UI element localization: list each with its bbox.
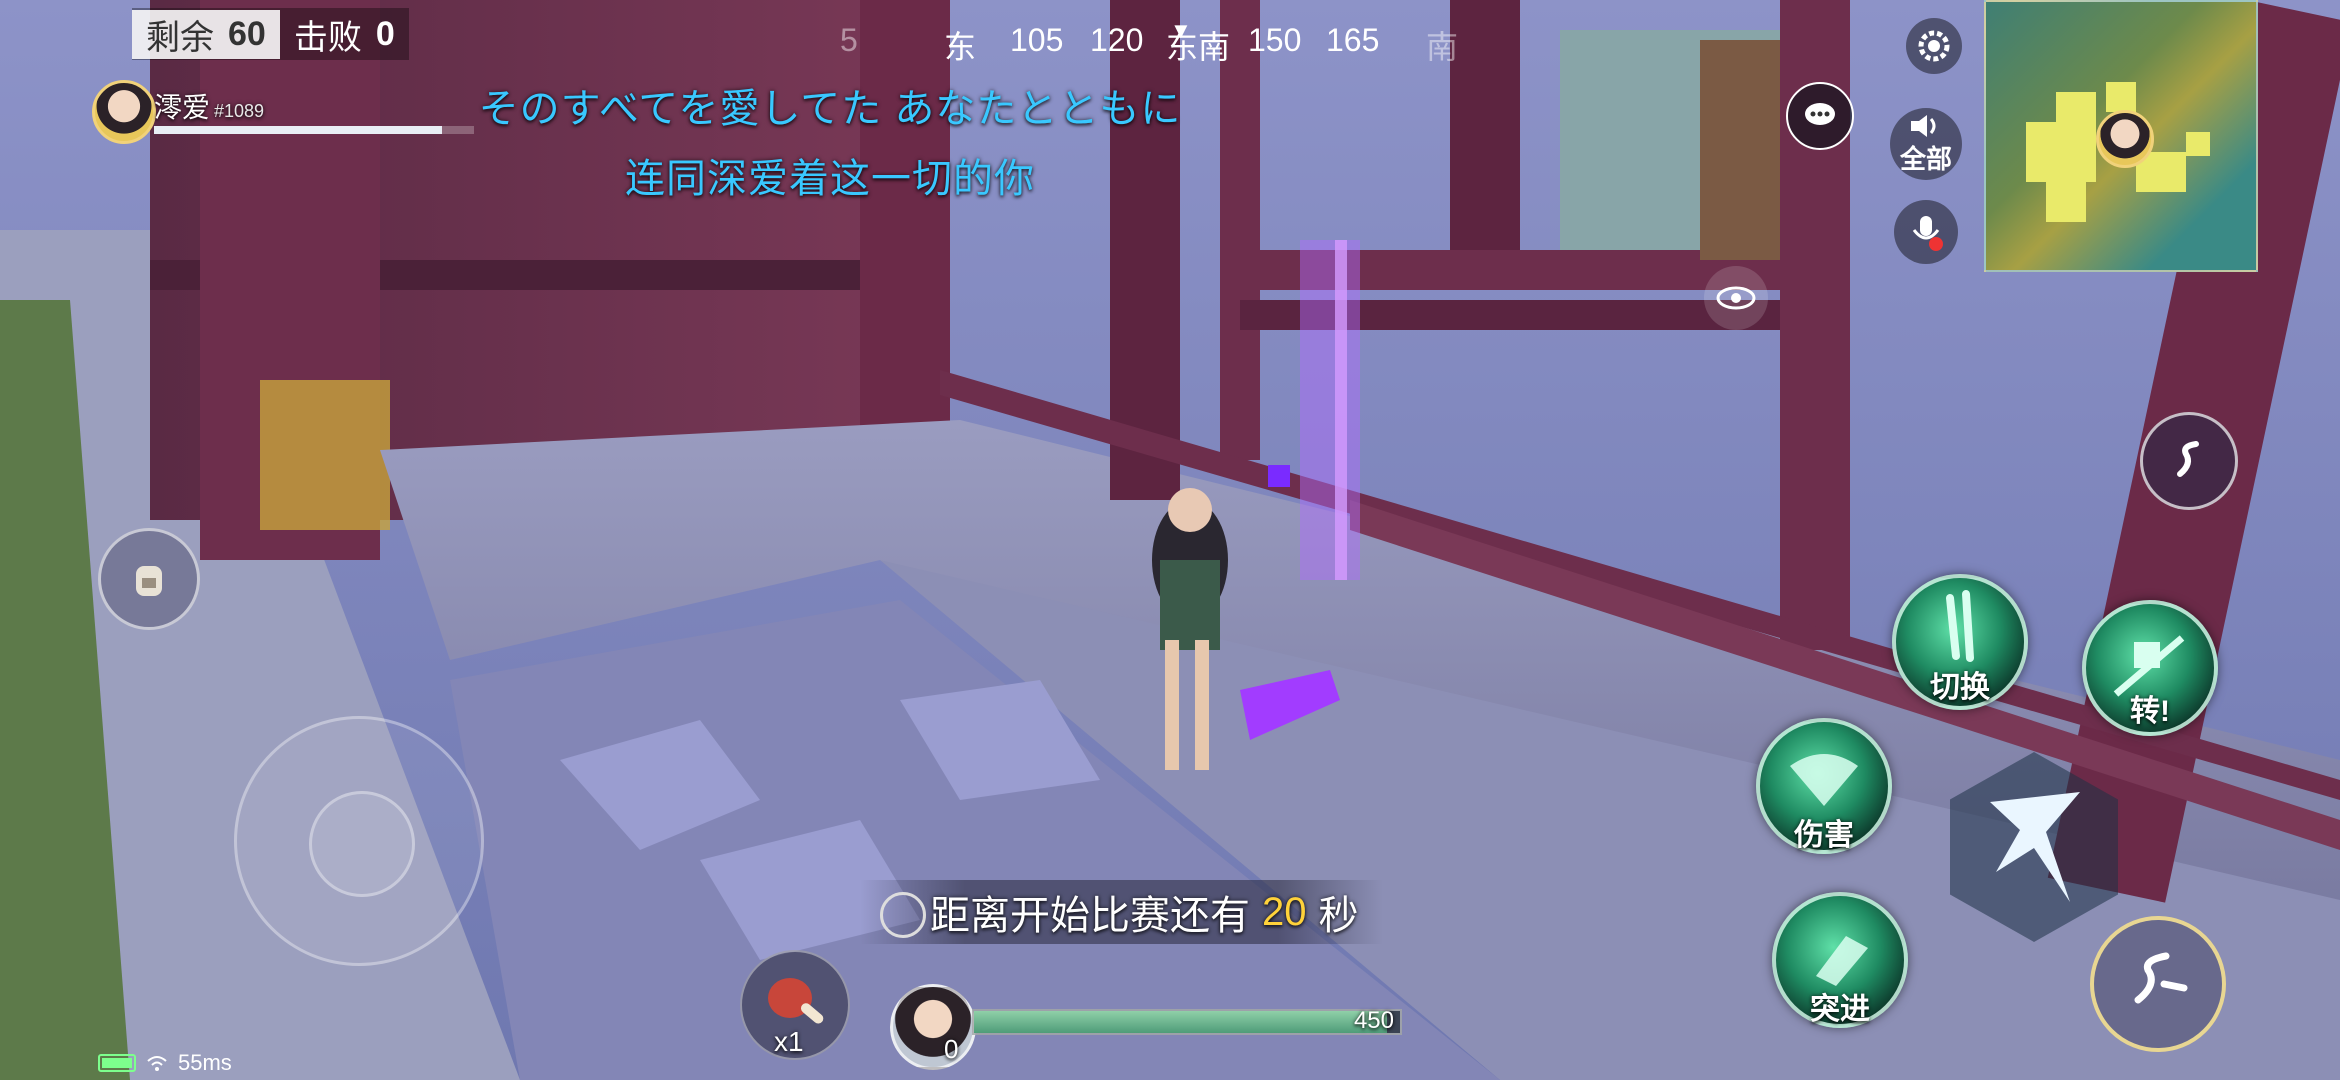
minimap-zone [2186, 132, 2210, 156]
voice-channel-label: 全部 [1899, 143, 1952, 174]
chat-bubble-icon [1805, 103, 1835, 125]
jump-icon [2177, 441, 2199, 477]
spectate-button[interactable] [1704, 266, 1768, 330]
lyric-japanese-text: そのすべてを愛してた あなたとともに [478, 87, 1182, 131]
battery-icon [98, 1054, 136, 1072]
turn-skill-button[interactable]: 转! [2082, 600, 2218, 736]
damage-skill-button[interactable]: 伤害 [1756, 718, 1892, 854]
gear-icon [1918, 30, 1950, 62]
eye-icon [1716, 286, 1756, 310]
compass-tick: 105 [1010, 22, 1064, 58]
countdown-seconds: 20 [1262, 889, 1307, 934]
countdown-ornament-icon [880, 892, 926, 938]
compass: 5 东 105 120 东南 150 165 南 ▼ [840, 18, 1480, 82]
self-hp-bar: 450 [972, 1007, 1402, 1035]
minimap-zone [2106, 82, 2136, 112]
defeat-label: 击败 [293, 18, 362, 57]
compass-tick: 120 [1090, 22, 1144, 58]
sprint-button[interactable] [2090, 916, 2226, 1052]
remaining-label: 剩余 [146, 18, 214, 57]
defeat-value: 0 [375, 14, 395, 53]
self-hp-fill [974, 1011, 1388, 1033]
joystick-knob[interactable] [309, 791, 415, 897]
minimap-zone [2056, 92, 2096, 122]
sprint-icon [2134, 952, 2188, 1004]
match-countdown: 距离开始比赛还有 20 秒 [860, 880, 1383, 944]
countdown-suffix: 秒 [1318, 894, 1359, 938]
movement-joystick[interactable] [234, 716, 484, 966]
remaining-players: 剩余 60 [132, 9, 280, 59]
ping-value: 55ms [178, 1050, 232, 1075]
compass-heading-marker: ▼ [1170, 18, 1192, 43]
self-portrait [890, 984, 976, 1070]
remaining-value: 60 [228, 14, 266, 53]
countdown-prefix: 距离开始比赛还有 [930, 894, 1250, 938]
compass-tick: 南 [1426, 29, 1459, 65]
minimap-player-marker [2096, 110, 2154, 168]
compass-tick: 5 [840, 22, 858, 58]
dash-skill-button[interactable]: 突进 [1772, 892, 1908, 1028]
mic-button[interactable] [1894, 200, 1958, 264]
damage-skill-label: 伤害 [1794, 819, 1854, 852]
jump-button[interactable] [2140, 412, 2238, 510]
match-stats: 剩余 60 击败 0 [132, 8, 409, 60]
turn-skill-label: 转! [2130, 695, 2170, 728]
backpack-button[interactable] [98, 528, 200, 630]
chat-button[interactable] [1786, 82, 1854, 150]
device-status: 55ms [98, 1050, 232, 1076]
item-count: x1 [774, 1026, 804, 1057]
consumable-item-slot[interactable]: x1 [740, 950, 850, 1060]
settings-button[interactable] [1906, 18, 1962, 74]
speaker-icon [1911, 114, 1936, 137]
switch-skill-button[interactable]: 切换 [1892, 574, 2028, 710]
dash-skill-label: 突进 [1810, 993, 1870, 1026]
compass-tick: 东 [944, 29, 977, 65]
minimap-zone [2026, 122, 2096, 182]
minimap-zone [2046, 182, 2086, 222]
voice-channel-button[interactable]: 全部 [1890, 108, 1962, 180]
wifi-icon [147, 1056, 167, 1071]
self-level: 0 [944, 1034, 959, 1064]
backpack-icon [136, 566, 162, 596]
compass-tick: 150 [1248, 22, 1302, 58]
switch-skill-label: 切换 [1930, 671, 1990, 704]
compass-tick: 165 [1326, 22, 1380, 58]
self-hp-value: 450 [1353, 1007, 1394, 1034]
lyric-chinese-text: 连同深爱着这一切的你 [625, 157, 1035, 201]
minimap[interactable] [1984, 0, 2258, 272]
defeat-count: 击败 0 [280, 10, 409, 59]
mic-muted-icon [1912, 216, 1943, 251]
